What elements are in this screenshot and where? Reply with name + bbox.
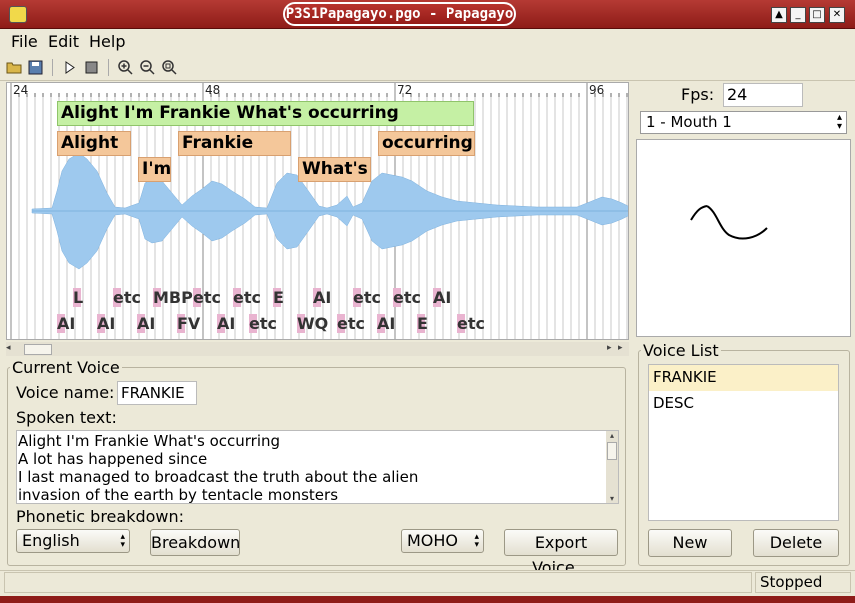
window-title: P3S1Papagayo.pgo - Papagayo <box>283 2 516 26</box>
spoken-text-line: Alight I'm Frankie What's occurring <box>18 432 281 450</box>
word-block[interactable]: Alight <box>57 131 131 156</box>
voice-name-input[interactable]: FRANKIE <box>117 381 197 405</box>
mouth-select[interactable]: 1 - Mouth 1 ▴ ▾ <box>640 111 847 134</box>
toolbar-separator <box>52 59 53 76</box>
current-voice-legend: Current Voice <box>10 358 122 377</box>
phrase-block[interactable]: Alight I'm Frankie What's occurring <box>57 101 474 126</box>
language-select[interactable]: English ▴ ▾ <box>16 529 130 553</box>
phoneme-block[interactable]: etc <box>353 288 381 307</box>
voice-name-label: Voice name: <box>16 383 115 402</box>
voice-list[interactable]: FRANKIE DESC <box>648 364 839 521</box>
phoneme-block[interactable]: etc <box>233 288 261 307</box>
text-scrollbar-thumb[interactable] <box>607 442 617 460</box>
maximize-window-icon[interactable]: □ <box>809 7 825 23</box>
close-window-icon[interactable]: ✕ <box>829 7 845 23</box>
timeline-scrollbar[interactable] <box>6 342 629 356</box>
app-icon <box>9 6 27 23</box>
spoken-text-area[interactable]: Alight I'm Frankie What's occurring A lo… <box>16 430 619 504</box>
delete-voice-button[interactable]: Delete <box>753 529 839 557</box>
spoken-text-label: Spoken text: <box>16 408 117 427</box>
phoneme-block[interactable]: AI <box>97 314 116 333</box>
phoneme-block[interactable]: etc <box>393 288 421 307</box>
scroll-down-arrow-icon[interactable]: ▾ <box>606 494 618 503</box>
menu-file[interactable]: File <box>11 32 38 51</box>
phoneme-block[interactable]: etc <box>113 288 141 307</box>
word-block[interactable]: I'm <box>138 157 171 182</box>
phoneme-block[interactable]: etc <box>193 288 221 307</box>
spin-arrows-icon: ▴ ▾ <box>120 532 125 550</box>
voice-list-item[interactable]: DESC <box>649 391 838 417</box>
phoneme-block[interactable]: MBP <box>153 288 193 307</box>
phoneme-block[interactable]: etc <box>337 314 365 333</box>
phoneme-block[interactable]: AI <box>313 288 332 307</box>
new-voice-button[interactable]: New <box>648 529 732 557</box>
voice-list-legend: Voice List <box>641 341 721 360</box>
waveform-view[interactable]: 24 48 72 96 Alight I'm Frankie What's oc… <box>6 82 629 340</box>
fps-label: Fps: <box>681 85 715 104</box>
menu-edit[interactable]: Edit <box>48 32 79 51</box>
word-block[interactable]: occurring <box>378 131 475 156</box>
scroll-right-arrow-icon[interactable]: ▸ <box>607 343 612 353</box>
phoneme-block[interactable]: FV <box>177 314 201 333</box>
scroll-right-arrow-icon[interactable]: ▸ <box>618 343 623 353</box>
shade-window-icon[interactable]: ▲ <box>771 7 787 23</box>
scroll-up-arrow-icon[interactable]: ▴ <box>606 431 618 440</box>
phoneme-block[interactable]: AI <box>57 314 76 333</box>
zoom-out-icon[interactable] <box>139 59 156 76</box>
phoneme-block[interactable]: AI <box>433 288 452 307</box>
mouth-shape-drawing <box>690 205 768 240</box>
spoken-text-line: A lot has happened since <box>18 450 208 468</box>
phoneme-block[interactable]: etc <box>249 314 277 333</box>
fps-input[interactable]: 24 <box>723 83 803 107</box>
breakdown-button[interactable]: Breakdown <box>150 529 240 556</box>
spoken-text-line: I last managed to broadcast the truth ab… <box>18 468 419 486</box>
ruler-tick: 96 <box>589 83 605 97</box>
scroll-left-arrow-icon[interactable]: ◂ <box>6 343 11 353</box>
phoneme-block[interactable]: etc <box>457 314 485 333</box>
word-block[interactable]: What's <box>298 157 371 182</box>
status-message-area <box>4 572 752 593</box>
zoom-fit-icon[interactable] <box>161 59 178 76</box>
phoneme-block[interactable]: E <box>273 288 284 307</box>
play-icon[interactable] <box>61 59 78 76</box>
phoneme-block[interactable]: AI <box>137 314 156 333</box>
language-select-value: English <box>22 531 80 550</box>
export-format-value: MOHO <box>407 531 459 550</box>
mouth-select-value: 1 - Mouth 1 <box>646 113 732 131</box>
phoneme-block[interactable]: L <box>73 288 84 307</box>
phoneme-block[interactable]: AI <box>377 314 396 333</box>
export-voice-button[interactable]: Export Voice... <box>504 529 618 577</box>
phoneme-block[interactable]: AI <box>217 314 236 333</box>
save-icon[interactable] <box>27 59 44 76</box>
minimize-window-icon[interactable]: _ <box>790 7 806 23</box>
phoneme-block[interactable]: E <box>417 314 428 333</box>
text-scrollbar[interactable]: ▴ ▾ <box>606 431 618 503</box>
spin-arrows-icon: ▴ ▾ <box>474 532 479 550</box>
export-format-select[interactable]: MOHO ▴ ▾ <box>401 529 484 553</box>
window-border <box>0 596 855 603</box>
phonetic-breakdown-label: Phonetic breakdown: <box>16 507 185 526</box>
spin-arrows-icon: ▴ ▾ <box>836 112 842 132</box>
menu-help[interactable]: Help <box>89 32 125 51</box>
ruler-tick: 24 <box>13 83 29 97</box>
mouth-preview <box>636 139 851 337</box>
menu-bar <box>0 29 855 54</box>
spoken-text-line: invasion of the earth by tentacle monste… <box>18 486 339 504</box>
stop-icon[interactable] <box>83 59 100 76</box>
zoom-in-icon[interactable] <box>117 59 134 76</box>
ruler-tick: 72 <box>397 83 413 97</box>
playback-status: Stopped <box>755 572 851 593</box>
open-folder-icon[interactable] <box>6 59 23 76</box>
voice-list-item[interactable]: FRANKIE <box>649 365 838 391</box>
ruler-tick: 48 <box>205 83 221 97</box>
scrollbar-thumb[interactable] <box>24 344 52 355</box>
toolbar-separator <box>108 59 109 76</box>
phoneme-block[interactable]: WQ <box>297 314 329 333</box>
word-block[interactable]: Frankie <box>178 131 291 156</box>
